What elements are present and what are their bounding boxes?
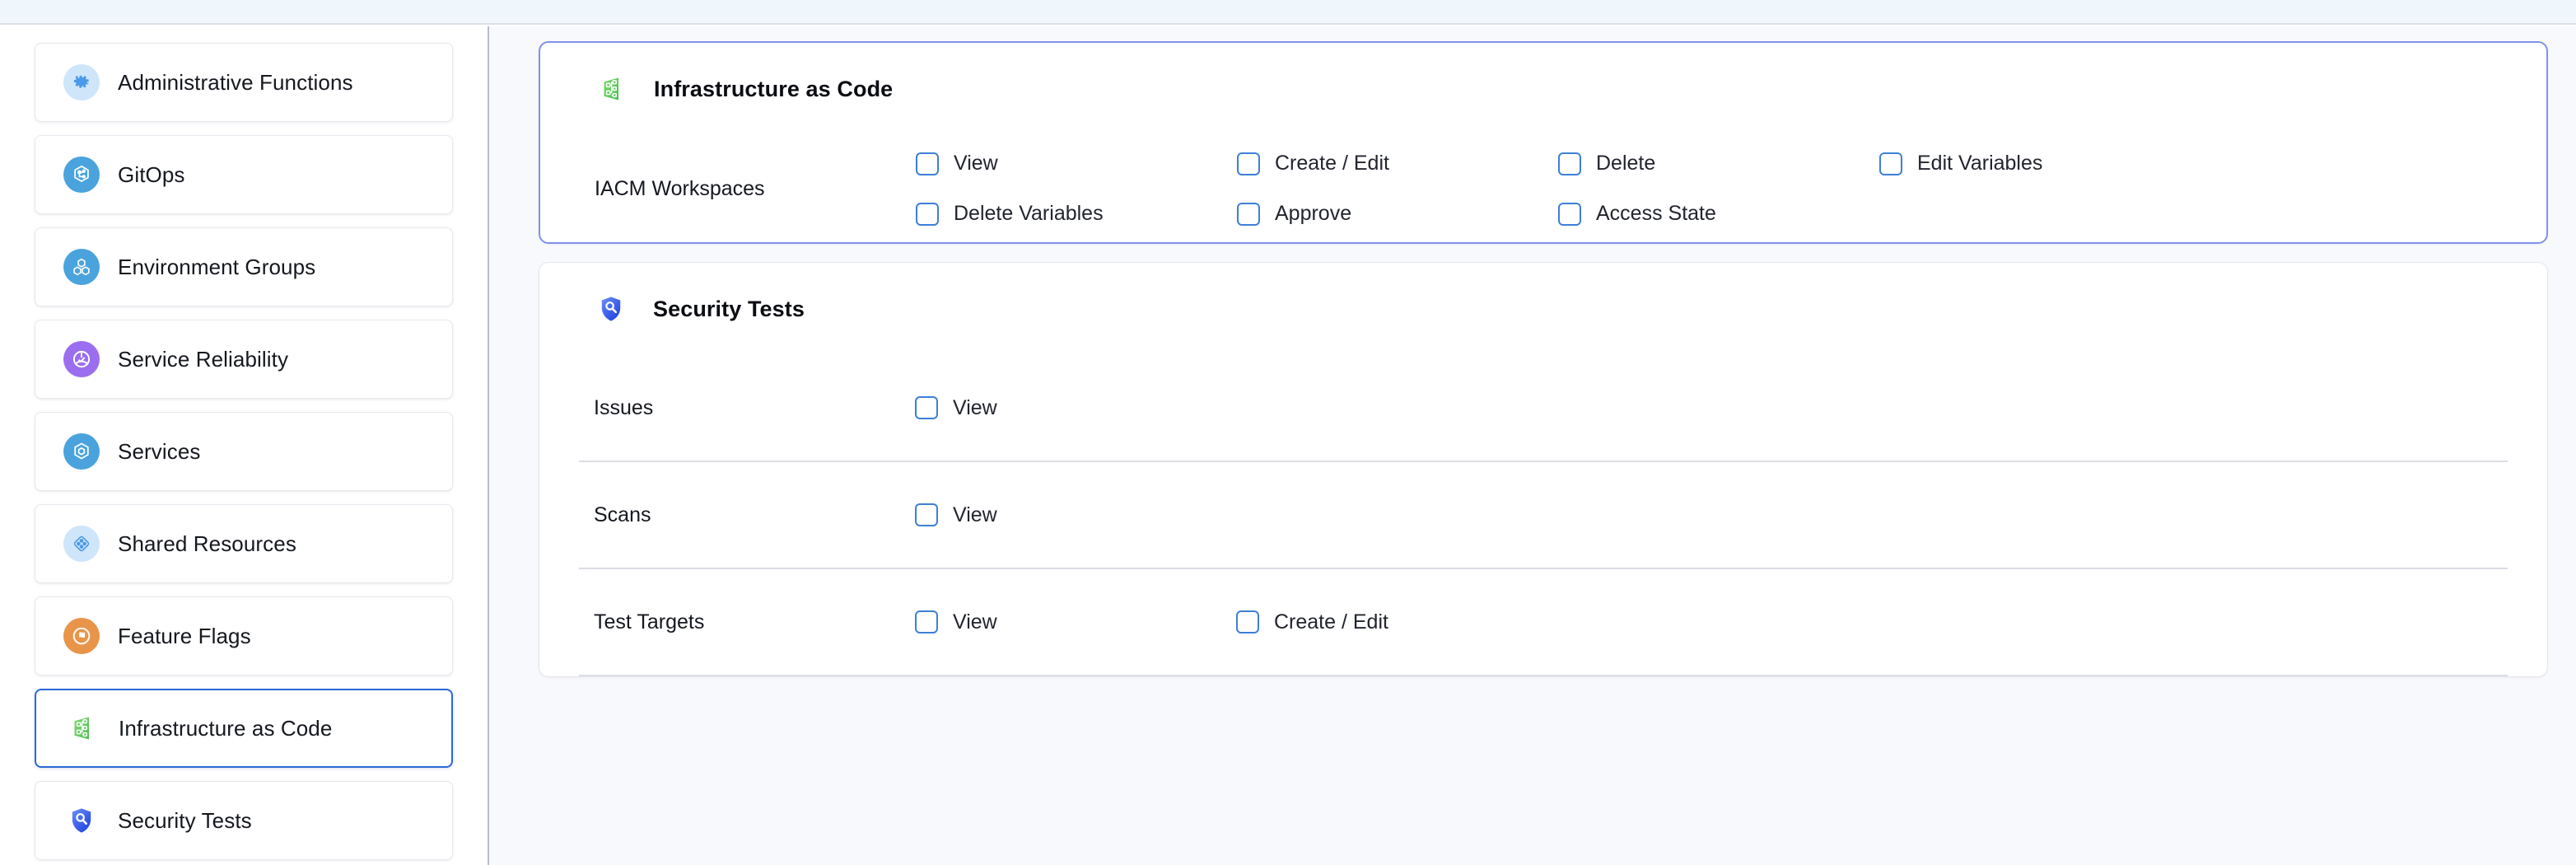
sidebar-item-environment-groups[interactable]: Environment Groups bbox=[35, 227, 453, 306]
permission-checkbox-view[interactable]: View bbox=[915, 396, 1236, 420]
permission-row: Scans View bbox=[579, 462, 2508, 569]
checkbox-label: Create / Edit bbox=[1275, 152, 1389, 175]
sidebar-item-administrative-functions[interactable]: Administrative Functions bbox=[35, 43, 453, 122]
sidebar-item-label: Environment Groups bbox=[118, 255, 315, 280]
permission-resource-name: IACM Workspaces bbox=[595, 177, 916, 201]
checkbox-icon[interactable] bbox=[916, 203, 939, 226]
gitops-icon bbox=[63, 157, 100, 193]
permission-row: Test Targets View Create / Edit bbox=[579, 569, 2508, 676]
checkbox-icon[interactable] bbox=[1236, 610, 1259, 634]
permission-row: IACM Workspaces View Create / Edit Delete Ed… bbox=[580, 135, 2507, 242]
sidebar-item-label: Security Tests bbox=[118, 808, 252, 834]
sidebar-item-gitops[interactable]: GitOps bbox=[35, 135, 453, 214]
permission-checkbox-create-edit[interactable]: Create / Edit bbox=[1236, 610, 1557, 634]
sidebar-item-label: Infrastructure as Code bbox=[119, 716, 332, 741]
checkbox-icon[interactable] bbox=[916, 152, 939, 175]
sidebar-item-label: GitOps bbox=[118, 162, 185, 188]
sidebar-item-security-tests[interactable]: Security Tests bbox=[35, 781, 453, 860]
permissions-page: Administrative Functions GitOps Environmen… bbox=[0, 0, 2576, 865]
permission-card: Security TestsIssuesViewScansViewTest Ta… bbox=[539, 262, 2548, 677]
sidebar-item-feature-flags[interactable]: Feature Flags bbox=[35, 596, 453, 676]
checkbox-icon[interactable] bbox=[915, 503, 938, 526]
sidebar-item-service-reliability[interactable]: Service Reliability bbox=[35, 320, 453, 399]
sidebar-item-services[interactable]: Services bbox=[35, 412, 453, 491]
permission-checkbox-grid: View Create / Edit Delete Edit Variables Del… bbox=[916, 152, 2507, 226]
permission-checkbox-view[interactable]: View bbox=[916, 152, 1237, 175]
security-tests-icon bbox=[594, 292, 628, 326]
sidebar-item-shared-resources[interactable]: Shared Resources bbox=[35, 504, 453, 583]
permission-checkbox-delete-variables[interactable]: Delete Variables bbox=[916, 202, 1237, 226]
permission-row: Issues View bbox=[579, 355, 2508, 462]
iac-icon bbox=[595, 72, 629, 106]
permission-checkbox-access-state[interactable]: Access State bbox=[1558, 202, 1879, 226]
top-strip bbox=[0, 0, 2576, 25]
checkbox-icon[interactable] bbox=[1237, 203, 1260, 226]
feature-flags-icon bbox=[63, 618, 100, 654]
checkbox-label: Delete bbox=[1596, 152, 1655, 175]
sidebar-item-label: Shared Resources bbox=[118, 531, 296, 557]
permission-checkbox-delete[interactable]: Delete bbox=[1558, 152, 1879, 175]
sidebar-item-label: Services bbox=[118, 439, 201, 465]
sidebar-item-infrastructure-as-code[interactable]: Infrastructure as Code bbox=[35, 689, 453, 768]
shared-resources-icon bbox=[63, 526, 100, 562]
permission-checkbox-view[interactable]: View bbox=[915, 503, 1236, 527]
checkbox-label: Access State bbox=[1596, 202, 1716, 226]
checkbox-icon[interactable] bbox=[1879, 152, 1902, 175]
card-header: Security Tests bbox=[579, 263, 2508, 355]
page-body: Administrative Functions GitOps Environmen… bbox=[0, 26, 2576, 865]
checkbox-icon[interactable] bbox=[1558, 203, 1581, 226]
permission-resource-name: Test Targets bbox=[594, 610, 915, 634]
gear-icon bbox=[63, 64, 100, 101]
permission-card: Infrastructure as CodeIACM WorkspacesVie… bbox=[539, 41, 2548, 244]
checkbox-label: Delete Variables bbox=[954, 202, 1104, 226]
security-tests-icon bbox=[63, 802, 100, 839]
card-title: Infrastructure as Code bbox=[654, 77, 893, 102]
checkbox-label: Approve bbox=[1275, 202, 1351, 226]
permission-checkbox-view[interactable]: View bbox=[915, 610, 1236, 634]
card-title: Security Tests bbox=[653, 297, 805, 322]
sidebar-item-label: Administrative Functions bbox=[118, 70, 353, 96]
resource-category-sidebar[interactable]: Administrative Functions GitOps Environmen… bbox=[0, 26, 489, 865]
card-header: Infrastructure as Code bbox=[580, 43, 2507, 135]
sidebar-item-label: Feature Flags bbox=[118, 624, 251, 649]
checkbox-label: View bbox=[953, 610, 997, 634]
checkbox-label: View bbox=[953, 503, 997, 527]
env-groups-icon bbox=[63, 249, 100, 285]
permission-checkbox-edit-variables[interactable]: Edit Variables bbox=[1879, 152, 2200, 175]
checkbox-label: View bbox=[953, 396, 997, 420]
checkbox-label: Edit Variables bbox=[1917, 152, 2042, 175]
permission-checkbox-approve[interactable]: Approve bbox=[1237, 202, 1558, 226]
checkbox-icon[interactable] bbox=[915, 610, 938, 634]
permission-resource-name: Issues bbox=[594, 396, 915, 420]
checkbox-icon[interactable] bbox=[1237, 152, 1260, 175]
reliability-icon bbox=[63, 341, 100, 377]
permissions-main-panel[interactable]: Infrastructure as CodeIACM WorkspacesVie… bbox=[489, 26, 2576, 865]
iac-icon bbox=[64, 710, 100, 746]
permission-checkbox-create-edit[interactable]: Create / Edit bbox=[1237, 152, 1558, 175]
checkbox-label: Create / Edit bbox=[1274, 610, 1388, 634]
checkbox-label: View bbox=[954, 152, 998, 175]
checkbox-icon[interactable] bbox=[915, 396, 938, 419]
permission-checkbox-grid: View bbox=[915, 396, 2508, 420]
permission-resource-name: Scans bbox=[594, 503, 915, 527]
services-icon bbox=[63, 433, 100, 470]
checkbox-icon[interactable] bbox=[1558, 152, 1581, 175]
permission-checkbox-grid: View Create / Edit bbox=[915, 610, 2508, 634]
permission-checkbox-grid: View bbox=[915, 503, 2508, 527]
sidebar-item-label: Service Reliability bbox=[118, 347, 288, 372]
